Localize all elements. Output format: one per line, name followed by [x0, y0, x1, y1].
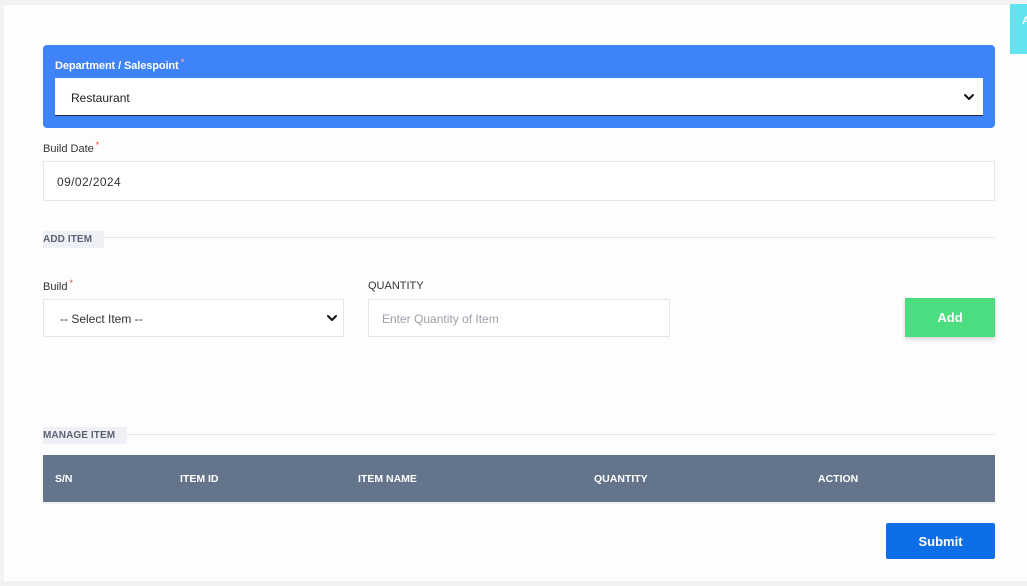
build-date-input[interactable]: 09/02/2024	[43, 161, 995, 201]
manage-item-title: MANAGE ITEM	[43, 427, 128, 444]
column-header-item-id: ITEM ID	[180, 473, 219, 485]
manage-item-divider	[43, 434, 995, 435]
add-button[interactable]: Add	[905, 298, 995, 337]
department-select-value: Restaurant	[71, 91, 130, 105]
department-panel: Department / Salespoint * Restaurant	[43, 45, 995, 128]
column-header-action: ACTION	[818, 473, 859, 485]
items-table-body	[43, 502, 995, 504]
column-header-item-name: ITEM NAME	[358, 473, 417, 485]
chevron-down-icon	[964, 93, 974, 100]
add-item-divider	[43, 237, 995, 238]
department-required-mark: *	[180, 57, 185, 67]
quantity-input[interactable]: Enter Quantity of Item	[368, 299, 670, 337]
quantity-placeholder: Enter Quantity of Item	[382, 312, 499, 326]
submit-button[interactable]: Submit	[886, 523, 995, 559]
build-required-mark: *	[69, 278, 73, 288]
build-date-value: 09/02/2024	[57, 175, 122, 189]
department-select[interactable]: Restaurant	[55, 78, 983, 116]
build-date-required-mark: *	[95, 140, 100, 150]
quantity-label: QUANTITY	[368, 280, 424, 292]
build-label: Build *	[43, 278, 73, 293]
add-item-title: ADD ITEM	[43, 231, 105, 248]
items-table-header: S/N ITEM ID ITEM NAME QUANTITY ACTION	[43, 455, 995, 502]
build-item-select[interactable]: -- Select Item --	[43, 299, 344, 337]
build-date-label-text: Build Date	[43, 143, 94, 155]
department-label-text: Department / Salespoint	[55, 60, 179, 72]
build-date-label: Build Date *	[43, 140, 100, 155]
chevron-down-icon	[327, 315, 337, 321]
corner-tab-label: A	[1022, 15, 1027, 27]
build-item-select-value: -- Select Item --	[60, 312, 143, 326]
column-header-quantity: QUANTITY	[594, 473, 648, 485]
column-header-sn: S/N	[55, 473, 73, 485]
department-label: Department / Salespoint *	[55, 57, 185, 72]
build-label-text: Build	[43, 281, 68, 293]
corner-tab[interactable]: A	[1010, 4, 1027, 54]
